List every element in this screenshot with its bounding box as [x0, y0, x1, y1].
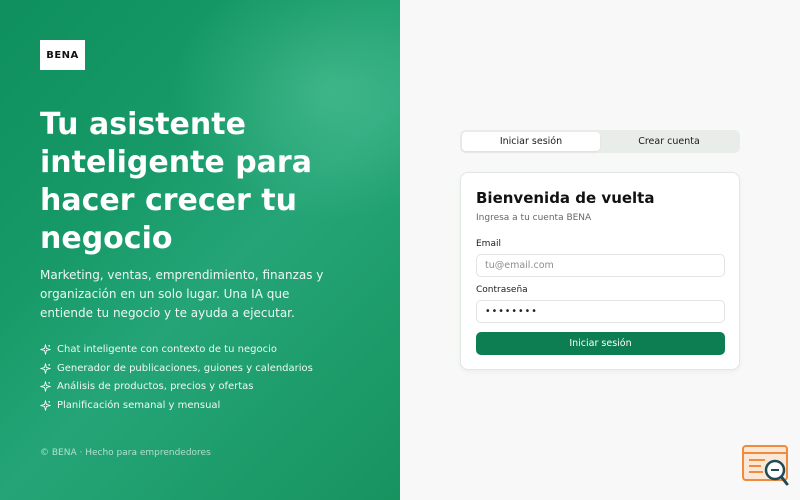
feature-label: Análisis de productos, precios y ofertas [57, 381, 254, 393]
password-field[interactable] [476, 300, 725, 323]
email-label: Email [476, 239, 501, 249]
auth-panel: Iniciar sesión Crear cuenta Bienvenida d… [400, 0, 800, 500]
hero-description: Marketing, ventas, emprendimiento, finan… [40, 268, 324, 320]
feature-label: Chat inteligente con contexto de tu nego… [57, 343, 277, 355]
feature-item: Chat inteligente con contexto de tu nego… [40, 340, 313, 359]
password-label: Contraseña [476, 285, 528, 295]
email-field[interactable] [476, 254, 725, 277]
sparkle-icon [40, 381, 51, 393]
hero-headline: Tu asistente inteligente para hacer crec… [40, 107, 312, 256]
login-title: Bienvenida de vuelta [476, 189, 655, 207]
login-submit-button[interactable]: Iniciar sesión [476, 332, 725, 355]
sparkle-icon [40, 344, 51, 355]
login-card: Bienvenida de vuelta Ingresa a tu cuenta… [460, 172, 740, 370]
feature-item: Análisis de productos, precios y ofertas [40, 378, 313, 397]
tab-signup[interactable]: Crear cuenta [600, 132, 738, 151]
feature-label: Generador de publicaciones, guiones y ca… [57, 362, 313, 374]
login-subtitle: Ingresa a tu cuenta BENA [476, 213, 592, 223]
hero-panel: BENA Tu asistente inteligente para hacer… [0, 0, 400, 500]
search-document-widget[interactable] [741, 444, 791, 488]
search-document-icon [742, 445, 789, 486]
hero-footer: © BENA · Hecho para emprendedores [40, 448, 211, 458]
feature-item: Generador de publicaciones, guiones y ca… [40, 359, 313, 378]
feature-list: Chat inteligente con contexto de tu nego… [40, 340, 313, 415]
feature-item: Planificación semanal y mensual [40, 396, 313, 415]
sparkle-icon [40, 400, 51, 411]
feature-label: Planificación semanal y mensual [57, 400, 221, 412]
auth-tabs: Iniciar sesión Crear cuenta [460, 130, 740, 153]
tab-login[interactable]: Iniciar sesión [462, 132, 600, 151]
sparkle-icon [40, 363, 51, 374]
bena-logo: BENA [40, 40, 85, 70]
